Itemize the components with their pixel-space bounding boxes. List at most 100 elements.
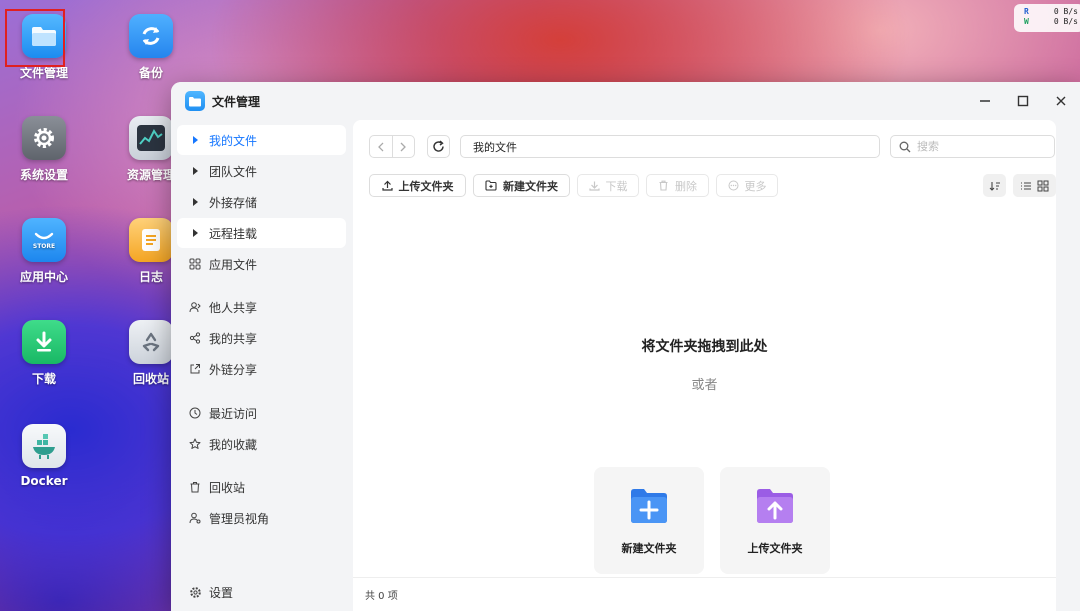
user-share-icon [189,302,201,313]
desktop-icon-label: 应用中心 [19,270,68,284]
view-mode-toggle [1013,174,1056,197]
grid-view-icon[interactable] [1037,180,1049,192]
sidebar-item-recycle-bin[interactable]: 回收站 [177,472,346,502]
sidebar-item-app-files[interactable]: 应用文件 [177,249,346,279]
resource-monitor-icon [129,116,173,160]
upload-folder-card-label: 上传文件夹 [747,542,803,555]
sidebar-item-recent[interactable]: 最近访问 [177,398,346,428]
more-icon [728,180,738,191]
svg-text:STORE: STORE [33,243,55,250]
desktop-icon-label: 文件管理 [19,66,68,80]
desktop-icon-download[interactable]: 下载 [4,320,84,387]
gear-icon [22,116,66,160]
desktop-icon-file-manager[interactable]: 文件管理 [4,9,84,81]
sidebar-item-my-files[interactable]: 我的文件 [177,125,346,155]
sidebar-item-label: 我的文件 [209,133,258,148]
new-folder-label: 新建文件夹 [503,179,558,193]
write-value: 0 B/s [1053,17,1078,26]
folder-plus-icon [629,487,669,528]
main-panel: 我的文件 上传文件夹 新建文件夹 下载 删除 更多 [353,120,1056,611]
sidebar-settings[interactable]: 设置 [177,577,346,607]
write-label: W [1024,17,1029,26]
external-link-icon [190,364,200,374]
caret-right-icon [192,229,198,237]
sidebar-item-team-files[interactable]: 团队文件 [177,156,346,186]
refresh-button[interactable] [427,135,450,158]
desktop-icon-label: 备份 [138,66,163,80]
sidebar-item-favorites[interactable]: 我的收藏 [177,429,346,459]
desktop-icon-label: 下载 [31,372,56,386]
recycle-bin-icon [129,320,173,364]
sidebar-item-external-storage[interactable]: 外接存储 [177,187,346,217]
sidebar-item-remote-mount[interactable]: 远程挂载 [177,218,346,248]
forward-button[interactable] [391,136,415,157]
close-button[interactable] [1042,82,1080,120]
read-label: R [1024,7,1029,16]
desktop-icon-backup[interactable]: 备份 [111,14,191,81]
empty-state-or: 或者 [691,378,718,393]
maximize-button[interactable] [1004,82,1042,120]
list-view-icon[interactable] [1020,180,1032,192]
star-icon [189,438,201,449]
sidebar-item-admin-view[interactable]: 管理员视角 [177,503,346,533]
sidebar-item-label: 管理员视角 [209,511,270,526]
trash-icon [190,482,200,493]
search-box[interactable] [890,135,1055,158]
desktop-icon-docker[interactable]: Docker [4,424,84,488]
path-bar[interactable]: 我的文件 [460,135,880,158]
sidebar-item-my-shares[interactable]: 我的共享 [177,323,346,353]
upload-folder-label: 上传文件夹 [398,179,454,193]
upload-folder-button[interactable]: 上传文件夹 [369,174,466,197]
more-button[interactable]: 更多 [716,174,778,197]
chevron-right-icon [400,142,407,151]
empty-state-title: 将文件夹拖拽到此处 [641,339,768,355]
desktop-icon-label: 系统设置 [19,168,68,182]
share-icon [189,332,201,344]
item-count: 共 0 项 [365,591,398,602]
caret-right-icon [192,136,198,144]
read-value: 0 B/s [1053,7,1078,16]
new-folder-button[interactable]: 新建文件夹 [473,174,570,197]
path-segment[interactable]: 我的文件 [473,139,517,155]
download-label: 下载 [605,179,628,193]
sidebar-item-external-link-share[interactable]: 外链分享 [177,354,346,384]
status-bar: 共 0 项 [353,577,1056,611]
sidebar-item-label: 回收站 [209,480,246,495]
search-input[interactable] [917,140,1047,153]
delete-label: 删除 [675,179,697,193]
more-label: 更多 [744,179,767,193]
desktop-icon-label: Docker [20,474,68,488]
sidebar-item-label: 团队文件 [209,164,258,179]
sidebar-item-label: 外接存储 [209,195,258,210]
minimize-button[interactable] [966,82,1004,120]
desktop-icon-settings[interactable]: 系统设置 [4,116,84,183]
sort-button[interactable] [983,174,1006,197]
folder-icon [185,91,205,111]
new-folder-card[interactable]: 新建文件夹 [594,467,704,574]
sidebar-item-label: 我的收藏 [209,437,258,452]
upload-icon [381,180,393,191]
download-icon [588,181,600,191]
sort-icon [989,181,1000,191]
download-button[interactable]: 下载 [577,174,639,197]
clock-icon [189,407,201,419]
upload-folder-card[interactable]: 上传文件夹 [720,467,830,574]
nav-buttons [369,135,415,158]
window-titlebar[interactable]: 文件管理 [171,82,1080,120]
sidebar-item-label: 最近访问 [209,406,258,421]
disk-io-widget: R 0 B/s W 0 B/s [1014,4,1080,32]
download-icon [22,320,66,364]
delete-button[interactable]: 删除 [646,174,709,197]
new-folder-card-label: 新建文件夹 [621,542,677,555]
desktop-icon-app-store[interactable]: STORE 应用中心 [4,218,84,285]
trash-icon [659,180,668,191]
apps-grid-icon [189,258,201,270]
chevron-left-icon [377,142,384,151]
sidebar-item-label: 应用文件 [209,257,258,272]
back-button[interactable] [370,136,392,157]
sidebar-item-shared-with-me[interactable]: 他人共享 [177,292,346,322]
sidebar-item-label: 他人共享 [209,300,258,315]
folder-upload-icon [755,487,795,528]
close-icon [1056,96,1066,106]
store-icon: STORE [22,218,66,262]
